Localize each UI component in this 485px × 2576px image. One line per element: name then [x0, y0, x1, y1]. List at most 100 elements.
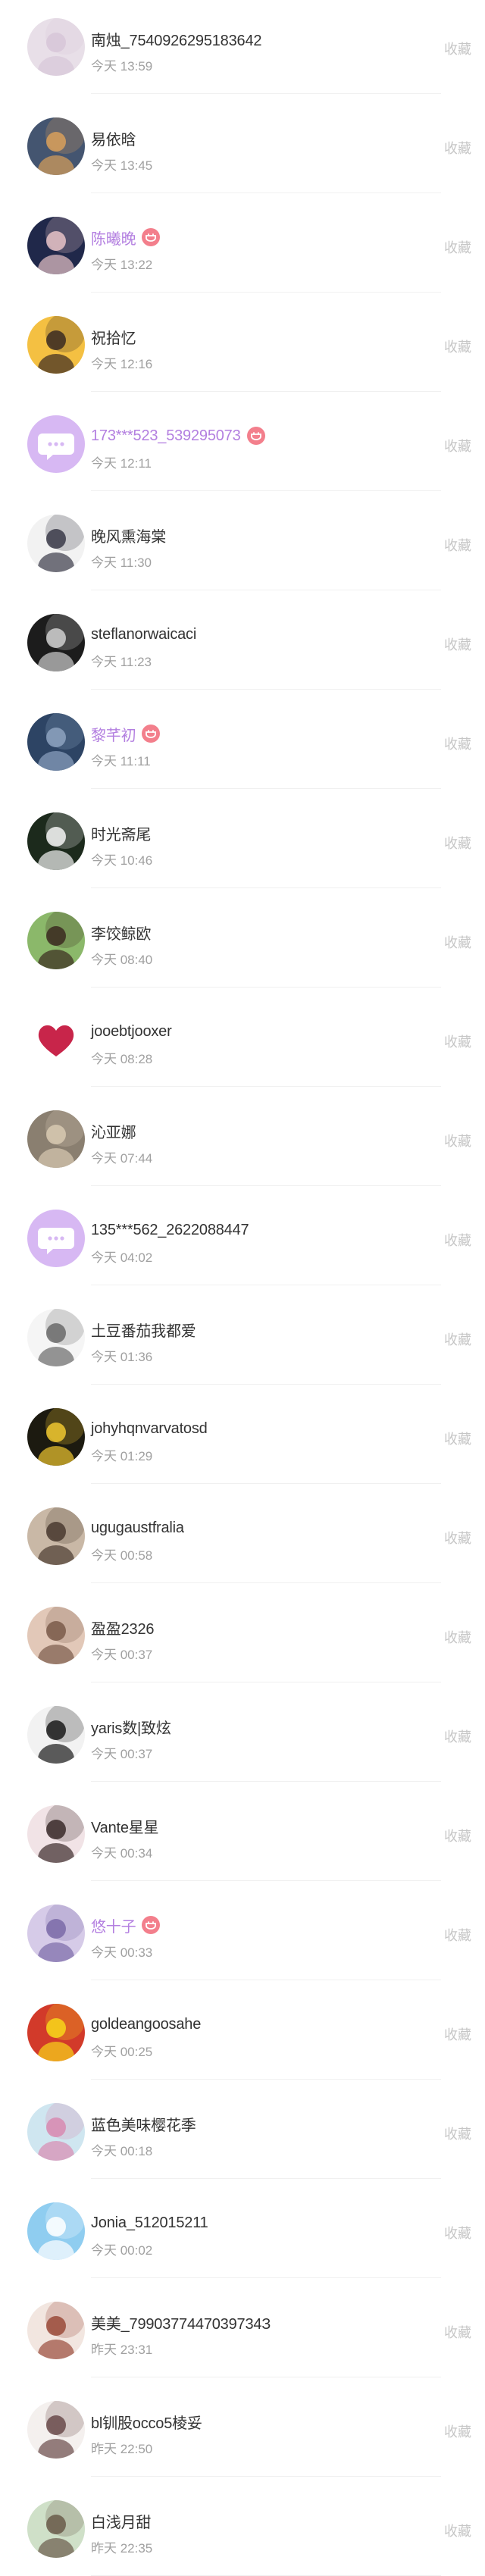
collect-button[interactable]: 收藏 — [444, 1131, 471, 1150]
list-item[interactable]: 盈盈2326 今天 00:37 收藏 — [0, 1583, 485, 1682]
user-name[interactable]: 祝拾忆 — [91, 326, 136, 348]
list-item[interactable]: Vante星星 今天 00:34 收藏 — [0, 1782, 485, 1881]
user-name[interactable]: 盈盈2326 — [91, 1617, 154, 1639]
avatar[interactable] — [27, 217, 85, 274]
collect-button[interactable]: 收藏 — [444, 2521, 471, 2540]
avatar[interactable] — [27, 713, 85, 771]
collect-button[interactable]: 收藏 — [444, 734, 471, 753]
avatar[interactable] — [27, 1507, 85, 1565]
default-avatar-icon[interactable] — [27, 415, 85, 473]
collect-button[interactable]: 收藏 — [444, 932, 471, 952]
user-name[interactable]: 135***562_2622088447 — [91, 1222, 249, 1239]
avatar[interactable] — [27, 1905, 85, 1962]
collect-button[interactable]: 收藏 — [444, 436, 471, 455]
user-name[interactable]: 易依晗 — [91, 127, 136, 149]
collect-button[interactable]: 收藏 — [444, 2024, 471, 2044]
collect-button[interactable]: 收藏 — [444, 2223, 471, 2243]
collect-button[interactable]: 收藏 — [444, 1627, 471, 1647]
collect-button[interactable]: 收藏 — [444, 2124, 471, 2143]
list-item[interactable]: 晚风熏海棠 今天 11:30 收藏 — [0, 491, 485, 590]
user-name[interactable]: ugugaustfralia — [91, 1520, 184, 1537]
user-name[interactable]: jooebtjooxer — [91, 1023, 172, 1041]
avatar[interactable] — [27, 117, 85, 175]
user-name[interactable]: 蓝色美味樱花季 — [91, 2113, 196, 2135]
list-item[interactable]: 悠十子 今天 00:33 收藏 — [0, 1881, 485, 1980]
avatar[interactable] — [27, 1408, 85, 1466]
collect-button[interactable]: 收藏 — [444, 535, 471, 555]
collect-button[interactable]: 收藏 — [444, 336, 471, 356]
list-item[interactable]: 美美_7990377447039734З 昨天 23:31 收藏 — [0, 2278, 485, 2377]
list-item[interactable]: Jonia_512015211 今天 00:02 收藏 — [0, 2179, 485, 2278]
avatar[interactable] — [27, 1706, 85, 1764]
list-item[interactable]: 蓝色美味樱花季 今天 00:18 收藏 — [0, 2080, 485, 2179]
collect-button[interactable]: 收藏 — [444, 1031, 471, 1051]
list-item[interactable]: goldeangoosahe 今天 00:25 收藏 — [0, 1980, 485, 2080]
list-item[interactable]: 易依晗 今天 13:45 收藏 — [0, 94, 485, 193]
user-name[interactable]: yaris数|致炫 — [91, 1716, 171, 1738]
user-name[interactable]: 晚风熏海棠 — [91, 524, 166, 546]
list-item[interactable]: ugugaustfralia 今天 00:58 收藏 — [0, 1484, 485, 1583]
list-item[interactable]: 陈曦晚 今天 13:22 收藏 — [0, 193, 485, 293]
list-item[interactable]: bl钏股occo5棱妥 昨天 22:50 收藏 — [0, 2377, 485, 2477]
user-name[interactable]: 李饺鲸欧 — [91, 922, 151, 944]
collect-button[interactable]: 收藏 — [444, 2421, 471, 2441]
avatar[interactable] — [27, 812, 85, 870]
default-avatar-icon[interactable] — [27, 1210, 85, 1267]
avatar[interactable] — [27, 1011, 85, 1069]
list-item[interactable]: 南烛_7540926295183642 今天 13:59 收藏 — [0, 0, 485, 94]
collect-button[interactable]: 收藏 — [444, 1230, 471, 1250]
list-item[interactable]: jooebtjooxer 今天 08:28 收藏 — [0, 988, 485, 1087]
user-name[interactable]: 白浅月甜 — [91, 2510, 151, 2532]
avatar[interactable] — [27, 1309, 85, 1366]
user-name[interactable]: 173***523_539295073 — [91, 427, 241, 445]
user-name[interactable]: Jonia_512015211 — [91, 2214, 208, 2232]
list-item[interactable]: 土豆番茄我都爱 今天 01:36 收藏 — [0, 1285, 485, 1385]
collect-button[interactable]: 收藏 — [444, 237, 471, 257]
collect-button[interactable]: 收藏 — [444, 138, 471, 158]
avatar[interactable] — [27, 1607, 85, 1664]
user-name[interactable]: 美美_7990377447039734З — [91, 2312, 271, 2333]
user-name[interactable]: 黎芊初 — [91, 723, 136, 745]
avatar[interactable] — [27, 912, 85, 969]
avatar[interactable] — [27, 2004, 85, 2061]
collect-button[interactable]: 收藏 — [444, 2322, 471, 2342]
avatar[interactable] — [27, 1110, 85, 1168]
user-name[interactable]: bl钏股occo5棱妥 — [91, 2411, 202, 2433]
list-item[interactable]: 黎芊初 今天 11:11 收藏 — [0, 690, 485, 789]
list-item[interactable]: steflanorwaicaci 今天 11:23 收藏 — [0, 590, 485, 690]
collect-button[interactable]: 收藏 — [444, 39, 471, 58]
avatar[interactable] — [27, 614, 85, 671]
list-item[interactable]: 135***562_2622088447 今天 04:02 收藏 — [0, 1186, 485, 1285]
list-item[interactable]: 173***523_539295073 今天 12:11 收藏 — [0, 392, 485, 491]
avatar[interactable] — [27, 316, 85, 374]
collect-button[interactable]: 收藏 — [444, 1429, 471, 1448]
avatar[interactable] — [27, 2500, 85, 2558]
avatar[interactable] — [27, 2302, 85, 2359]
collect-button[interactable]: 收藏 — [444, 833, 471, 853]
collect-button[interactable]: 收藏 — [444, 1329, 471, 1349]
list-item[interactable]: 时光斋尾 今天 10:46 收藏 — [0, 789, 485, 888]
user-name[interactable]: 南烛_7540926295183642 — [91, 28, 261, 50]
list-item[interactable]: 沁亚娜 今天 07:44 收藏 — [0, 1087, 485, 1186]
user-name[interactable]: 陈曦晚 — [91, 227, 136, 249]
avatar[interactable] — [27, 515, 85, 572]
user-name[interactable]: 时光斋尾 — [91, 822, 151, 844]
user-name[interactable]: steflanorwaicaci — [91, 626, 196, 643]
avatar[interactable] — [27, 2103, 85, 2161]
collect-button[interactable]: 收藏 — [444, 1826, 471, 1845]
collect-button[interactable]: 收藏 — [444, 1528, 471, 1548]
avatar[interactable] — [27, 1805, 85, 1863]
user-name[interactable]: goldeangoosahe — [91, 2016, 201, 2033]
collect-button[interactable]: 收藏 — [444, 634, 471, 654]
avatar[interactable] — [27, 2401, 85, 2459]
list-item[interactable]: 白浅月甜 昨天 22:35 收藏 — [0, 2477, 485, 2576]
list-item[interactable]: 祝拾忆 今天 12:16 收藏 — [0, 293, 485, 392]
collect-button[interactable]: 收藏 — [444, 1726, 471, 1746]
avatar[interactable] — [27, 18, 85, 76]
list-item[interactable]: johyhqnvarvatosd 今天 01:29 收藏 — [0, 1385, 485, 1484]
user-name[interactable]: 悠十子 — [91, 1914, 136, 1936]
user-name[interactable]: Vante星星 — [91, 1815, 159, 1837]
user-name[interactable]: 土豆番茄我都爱 — [91, 1319, 196, 1341]
collect-button[interactable]: 收藏 — [444, 1925, 471, 1945]
list-item[interactable]: yaris数|致炫 今天 00:37 收藏 — [0, 1682, 485, 1782]
